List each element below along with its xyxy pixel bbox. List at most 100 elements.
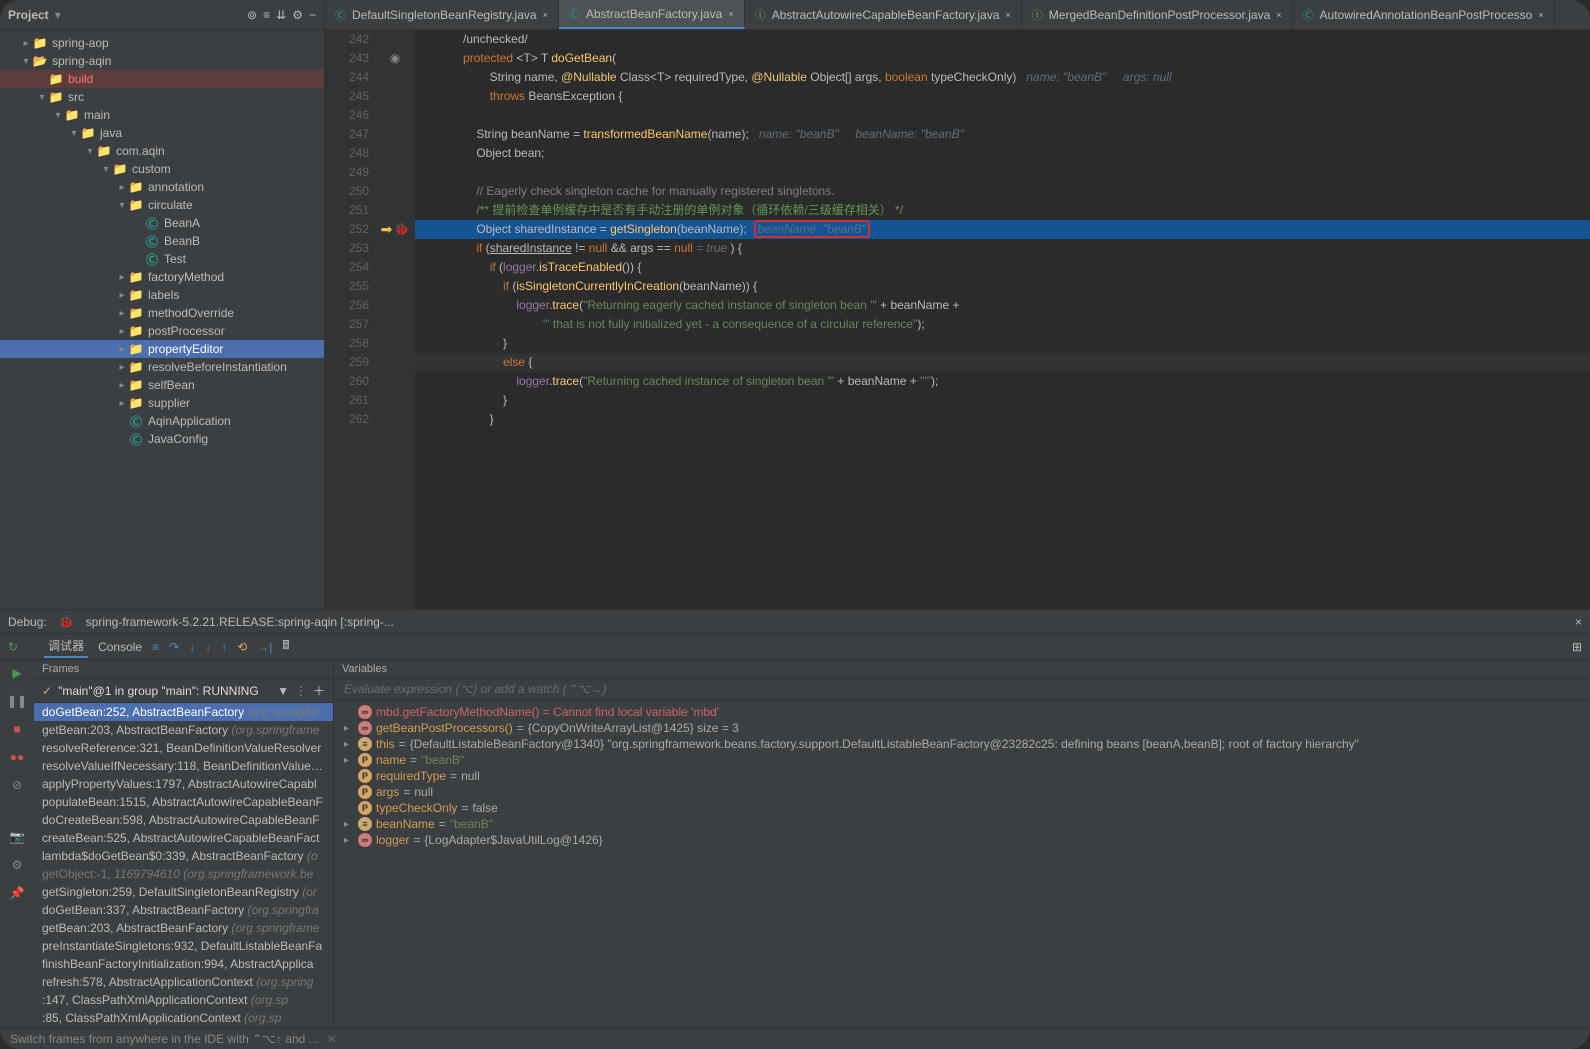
tree-folder-src[interactable]: ▾📁src	[0, 88, 324, 106]
settings-debug-icon[interactable]: ⚙	[8, 856, 26, 874]
evaluate-expression-input[interactable]: Evaluate expression (⌥) or add a watch (…	[334, 679, 1590, 700]
status-close-icon[interactable]: ✕	[327, 1032, 337, 1046]
variables-list[interactable]: ∞mbd.getFactoryMethodName() = Cannot fin…	[334, 700, 1590, 1027]
stack-frame[interactable]: resolveValueIfNecessary:118, BeanDefinit…	[34, 757, 333, 775]
tree-folder-annotation[interactable]: ▸📁annotation	[0, 178, 324, 196]
pause-icon[interactable]: ❚❚	[8, 692, 26, 710]
variable-row[interactable]: PtypeCheckOnly = false	[340, 800, 1584, 816]
console-tab[interactable]: Console	[98, 640, 142, 654]
tree-class-BeanB[interactable]: ⒸBeanB	[0, 232, 324, 250]
stack-frame[interactable]: refresh:578, AbstractApplicationContext …	[34, 973, 333, 991]
variable-row[interactable]: ▸≡beanName = "beanB"	[340, 816, 1584, 832]
step-into-icon[interactable]: ↓	[189, 640, 195, 654]
tree-folder-spring-aqin[interactable]: ▾📂spring-aqin	[0, 52, 324, 70]
close-debug-tab-icon[interactable]: ×	[1575, 615, 1582, 629]
debugger-tab[interactable]: 调试器	[44, 635, 88, 658]
stack-frame[interactable]: getSingleton:259, DefaultSingletonBeanRe…	[34, 883, 333, 901]
implements-icon[interactable]: ◉	[390, 49, 400, 68]
tree-folder-methodOverride[interactable]: ▸📁methodOverride	[0, 304, 324, 322]
stack-frame[interactable]: doCreateBean:598, AbstractAutowireCapabl…	[34, 811, 333, 829]
stack-frame[interactable]: :147, ClassPathXmlApplicationContext (or…	[34, 991, 333, 1009]
stack-frame[interactable]: populateBean:1515, AbstractAutowireCapab…	[34, 793, 333, 811]
variable-row[interactable]: ▸≡this = {DefaultListableBeanFactory@134…	[340, 736, 1584, 752]
settings-icon[interactable]: ⚙	[292, 8, 303, 22]
close-tab-icon[interactable]: ×	[1276, 10, 1281, 20]
tree-class-Test[interactable]: ⒸTest	[0, 250, 324, 268]
tree-folder-java[interactable]: ▾📁java	[0, 124, 324, 142]
layout-icon[interactable]: ⊞	[1572, 640, 1582, 654]
expand-icon[interactable]: ≡	[263, 8, 270, 22]
stack-frame[interactable]: getBean:203, AbstractBeanFactory (org.sp…	[34, 919, 333, 937]
tree-folder-labels[interactable]: ▸📁labels	[0, 286, 324, 304]
tree-folder-postProcessor[interactable]: ▸📁postProcessor	[0, 322, 324, 340]
variable-row[interactable]: ▸Pname = "beanB"	[340, 752, 1584, 768]
stack-frame[interactable]: resolveReference:321, BeanDefinitionValu…	[34, 739, 333, 757]
project-tree[interactable]: ▸📁spring-aop▾📂spring-aqin📁build▾📁src▾📁ma…	[0, 30, 324, 609]
collapse-icon[interactable]: ⇊	[276, 8, 286, 22]
mute-bp-icon[interactable]: ⊘	[8, 776, 26, 794]
tree-folder-custom[interactable]: ▾📁custom	[0, 160, 324, 178]
camera-icon[interactable]: 📷	[8, 828, 26, 846]
debug-config[interactable]: spring-framework-5.2.21.RELEASE:spring-a…	[86, 615, 394, 629]
stack-frame[interactable]: lambda$doGetBean$0:339, AbstractBeanFact…	[34, 847, 333, 865]
variable-row[interactable]: PrequiredType = null	[340, 768, 1584, 784]
breakpoints-icon[interactable]: ●●	[8, 748, 26, 766]
tree-class-BeanA[interactable]: ⒸBeanA	[0, 214, 324, 232]
variable-row[interactable]: ∞mbd.getFactoryMethodName() = Cannot fin…	[340, 704, 1584, 720]
editor-tab[interactable]: ⒸAutowiredAnnotationBeanPostProcesso×	[1293, 0, 1555, 29]
breakpoint-icon[interactable]: 🐞	[394, 220, 409, 239]
close-tab-icon[interactable]: ×	[1538, 10, 1543, 20]
marker-column[interactable]: ◉➡ 🐞	[375, 30, 415, 609]
code-content[interactable]: /unchecked/ protected <T> T doGetBean( S…	[415, 30, 1590, 609]
run-to-cursor-icon[interactable]: →|	[257, 640, 272, 654]
stack-frame[interactable]: :85, ClassPathXmlApplicationContext (org…	[34, 1009, 333, 1027]
stack-frame[interactable]: applyPropertyValues:1797, AbstractAutowi…	[34, 775, 333, 793]
hide-icon[interactable]: −	[309, 8, 316, 22]
close-tab-icon[interactable]: ×	[543, 10, 548, 20]
stack-frame[interactable]: createBean:525, AbstractAutowireCapableB…	[34, 829, 333, 847]
stack-frame[interactable]: finishBeanFactoryInitialization:994, Abs…	[34, 955, 333, 973]
step-over-icon[interactable]: ↷	[169, 640, 179, 654]
tree-folder-spring-aop[interactable]: ▸📁spring-aop	[0, 34, 324, 52]
stack-frame[interactable]: doGetBean:337, AbstractBeanFactory (org.…	[34, 901, 333, 919]
frames-list[interactable]: doGetBean:252, AbstractBeanFactory (org.…	[34, 703, 333, 1027]
target-icon[interactable]: ⊚	[247, 8, 257, 22]
pin-icon[interactable]: 📌	[8, 884, 26, 902]
tree-folder-build[interactable]: 📁build	[0, 70, 324, 88]
tree-folder-propertyEditor[interactable]: ▸📁propertyEditor	[0, 340, 324, 358]
tree-class-JavaConfig[interactable]: ⒸJavaConfig	[0, 430, 324, 448]
tree-folder-com.aqin[interactable]: ▾📁com.aqin	[0, 142, 324, 160]
tree-folder-supplier[interactable]: ▸📁supplier	[0, 394, 324, 412]
force-step-into-icon[interactable]: ↓	[205, 640, 211, 654]
tree-folder-main[interactable]: ▾📁main	[0, 106, 324, 124]
stack-frame[interactable]: preInstantiateSingletons:932, DefaultLis…	[34, 937, 333, 955]
close-tab-icon[interactable]: ×	[1006, 10, 1011, 20]
editor-body[interactable]: 2422432442452462472482492502512522532542…	[325, 30, 1590, 609]
add-watch-icon[interactable]: ＋	[313, 682, 325, 699]
rerun-icon[interactable]: ↻	[8, 640, 18, 654]
line-gutter[interactable]: 2422432442452462472482492502512522532542…	[325, 30, 375, 609]
tree-folder-resolveBeforeInstantiation[interactable]: ▸📁resolveBeforeInstantiation	[0, 358, 324, 376]
editor-tab[interactable]: ⒾMergedBeanDefinitionPostProcessor.java×	[1022, 0, 1293, 29]
evaluate-icon[interactable]: 🖩	[282, 636, 289, 657]
variable-row[interactable]: ▸∞logger = {LogAdapter$JavaUtilLog@1426}	[340, 832, 1584, 848]
editor-tab[interactable]: ⒸDefaultSingletonBeanRegistry.java×	[325, 0, 559, 29]
step-out-icon[interactable]: ↑	[221, 640, 227, 654]
tree-folder-circulate[interactable]: ▾📁circulate	[0, 196, 324, 214]
variable-row[interactable]: Pargs = null	[340, 784, 1584, 800]
stop-icon[interactable]: ■	[8, 720, 26, 738]
editor-tab[interactable]: ⒾAbstractAutowireCapableBeanFactory.java…	[745, 0, 1022, 29]
stack-frame[interactable]: doGetBean:252, AbstractBeanFactory (org.…	[34, 703, 333, 721]
variable-row[interactable]: ▸∞getBeanPostProcessors() = {CopyOnWrite…	[340, 720, 1584, 736]
tree-folder-factoryMethod[interactable]: ▸📁factoryMethod	[0, 268, 324, 286]
tree-class-AqinApplication[interactable]: ⒸAqinApplication	[0, 412, 324, 430]
close-tab-icon[interactable]: ×	[728, 9, 733, 19]
frames-thread-header[interactable]: ✓ "main"@1 in group "main": RUNNING ▼ ⋮ …	[34, 679, 333, 703]
filter-icon[interactable]: ▼	[277, 684, 289, 698]
stack-frame[interactable]: getObject:-1, 1169794610 (org.springfram…	[34, 865, 333, 883]
stack-frame[interactable]: getBean:203, AbstractBeanFactory (org.sp…	[34, 721, 333, 739]
tree-folder-selfBean[interactable]: ▸📁selfBean	[0, 376, 324, 394]
resume-icon[interactable]: ▶	[8, 664, 26, 682]
drop-frame-icon[interactable]: ⟲	[237, 640, 247, 654]
editor-tab[interactable]: ⒸAbstractBeanFactory.java×	[559, 0, 745, 29]
